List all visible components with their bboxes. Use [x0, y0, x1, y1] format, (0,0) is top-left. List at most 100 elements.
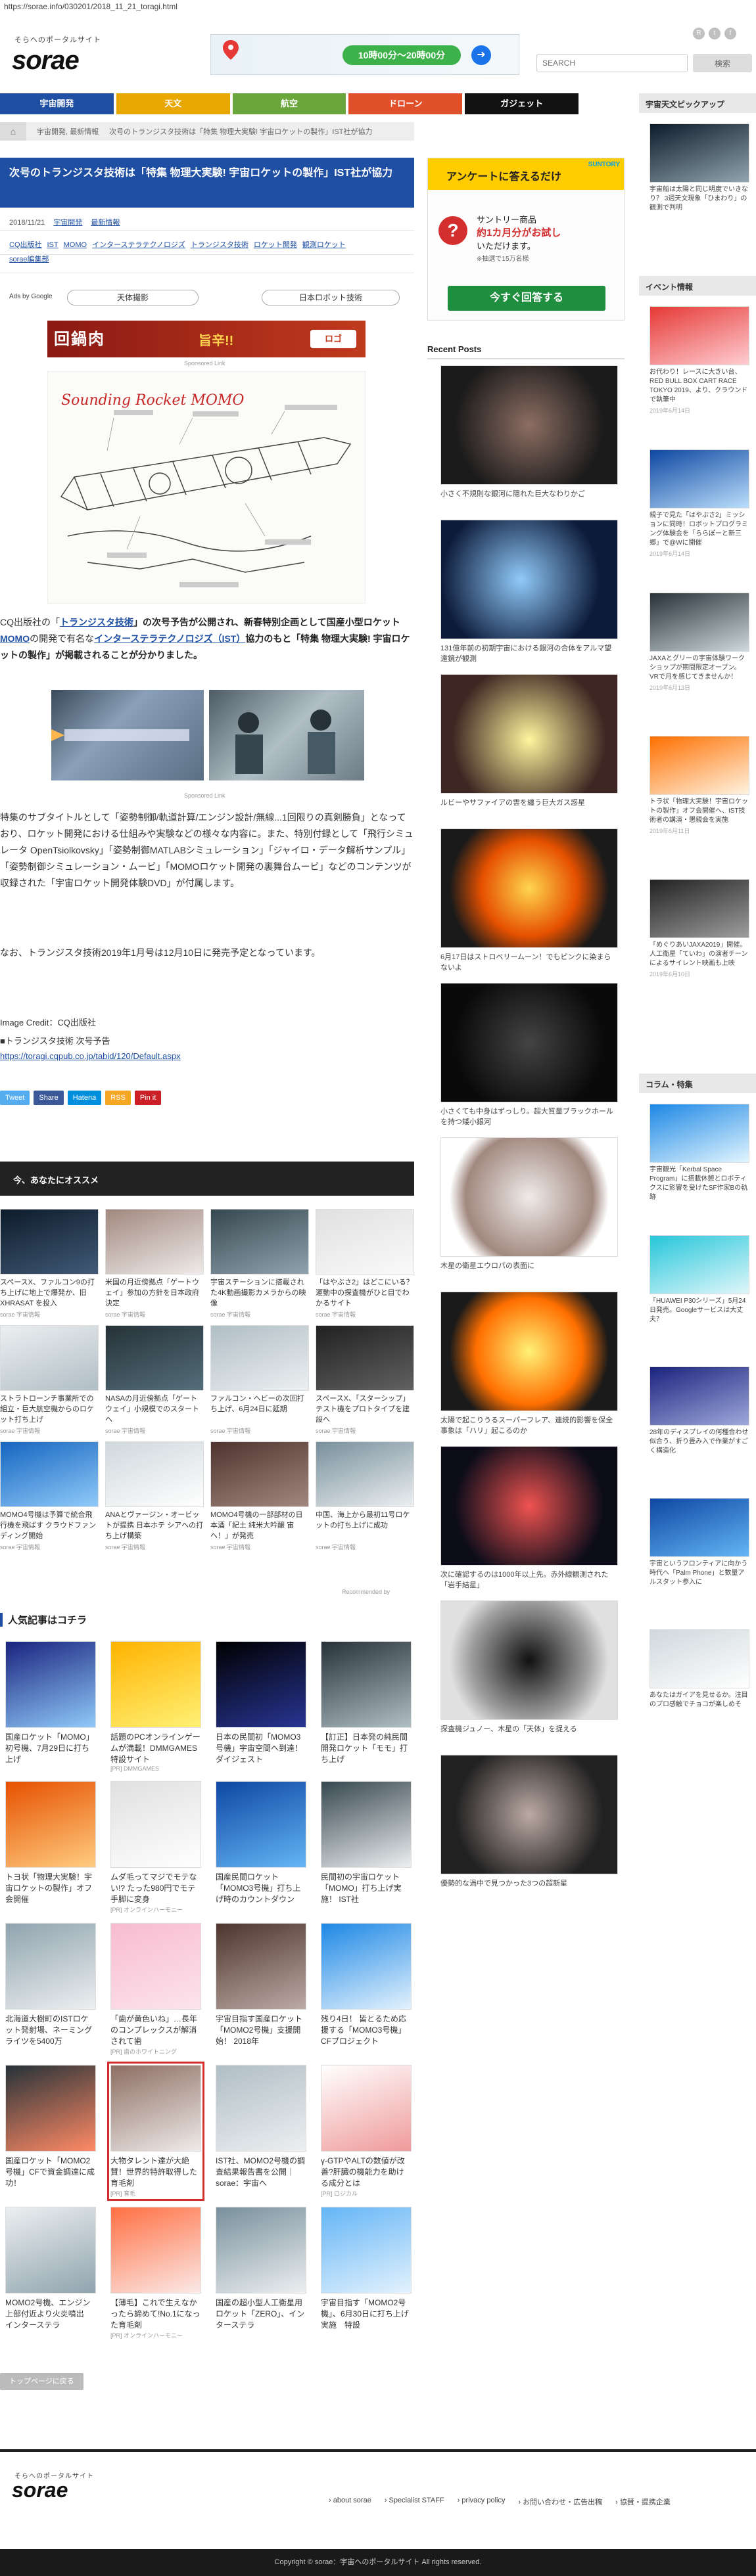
inline-link[interactable]: トランジスタ技術 [60, 617, 133, 627]
popular-card[interactable]: 大物タレント達が大絶賛！世界的特許取得した育毛剤 [PR] 育毛 [107, 2062, 204, 2201]
sidebar-article[interactable]: 「めぐりあいJAXA2019」開催。人工衛星「ていわ」の演者チーンによるサイレン… [650, 879, 749, 978]
sidebar-article[interactable]: 宇宙観光「Kerbal Space Program」に搭載休憩とロボティクスに影… [650, 1104, 749, 1204]
recent-post[interactable]: 優勢的な渦中で見つかった3つの超新星 [440, 1755, 618, 1889]
footer-link[interactable]: › about sorae [329, 2497, 371, 2507]
recent-post[interactable]: 太陽で起こりうるスーパーフレア、連続的影響を保全事象は「ハリ」起こるのか [440, 1292, 618, 1436]
home-icon[interactable]: ⌂ [0, 122, 26, 141]
nav-tab[interactable]: ガジェット [465, 93, 579, 114]
popular-card[interactable]: ムダ毛ってマジでモテない!? たった980円でモテ手脚に変身 [PR] オンライン… [110, 1781, 201, 1914]
recommend-card[interactable]: 宇宙ステーションに搭載された4K動画撮影カメラからの映像 sorae 宇宙情報 [210, 1209, 309, 1319]
popular-card[interactable]: 残り4日！ 皆とるため応援する「MOMO3号機」CFプロジェクト [321, 1923, 412, 2056]
popular-card[interactable]: 【薄毛】これで生えなかったら諦めて!No.1になった育毛剤 [PR] オンラインハ… [110, 2207, 201, 2339]
popular-card[interactable]: IST社、MOMO2号機の調査結果報告書を公開｜sorae：宇宙へ [216, 2065, 306, 2198]
reference-link[interactable]: https://toragi.cqpub.co.jp/tabid/120/Def… [0, 1051, 181, 1061]
ad-keyword-button[interactable]: 日本ロボット技術 [262, 290, 400, 305]
inline-link[interactable]: MOMO [0, 633, 30, 644]
recent-post[interactable]: 次に確認するのは1000年以上先。赤外線観測された「岩手結星」 [440, 1446, 618, 1591]
recent-post[interactable]: ルビーやサファイアの雲を纏う巨大ガス惑星 [440, 674, 618, 808]
nav-tab[interactable]: 航空 [232, 93, 346, 114]
nav-tab[interactable]: ドローン [348, 93, 463, 114]
recommend-card[interactable]: 中国、海上から最初11号ロケットの打ち上げに成功 sorae 宇宙情報 [316, 1441, 414, 1551]
sidebar-article[interactable]: 親子で見た「はやぶさ2」ミッションに同時！ロボットプログラミング体験会を「ららぽ… [650, 449, 749, 558]
recent-post[interactable]: 小さく不規則な銀河に隠れた巨大なわりかご [440, 365, 618, 499]
suntory-ad[interactable]: アンケートに答えるだけ SUNTORY ? サントリー商品 約1カ月分がお試し … [427, 158, 625, 321]
sidebar-article[interactable]: トラ状「物理大実験！宇宙ロケットの製作」オフ会開催へ、IST技術者の講演・懇親会… [650, 736, 749, 835]
ad-cta-button[interactable]: 今すぐ回答する [448, 286, 605, 311]
footer-link[interactable]: › お問い合わせ・広告出稿 [518, 2497, 602, 2507]
category-link[interactable]: 最新情報 [91, 219, 120, 227]
footer-link[interactable]: › privacy policy [458, 2497, 506, 2507]
sidebar-article[interactable]: あなたはガイアを見せるか。注目のプロ感触でチョコが楽しめそ [650, 1629, 749, 1711]
share-button[interactable]: Share [34, 1091, 64, 1105]
recommend-card[interactable]: ファルコン・ヘビーの次回打ち上げ、6月24日に延期 sorae 宇宙情報 [210, 1325, 309, 1435]
popular-card[interactable]: 国産民間ロケット「MOMO3号機」打ち上げ時のカウントダウン [216, 1781, 306, 1914]
popular-card[interactable]: 宇宙目指す国産ロケット「MOMO2号機」支援開始！ 2018年 [216, 1923, 306, 2056]
recommend-card[interactable]: MOMO4号機の一部部材の日本酒「紀土 純米大吟醸 宙へ！」が発売 sorae 宇… [210, 1441, 309, 1551]
recommend-card[interactable]: 米国の月近傍拠点「ゲートウェイ」参加の方針を日本政府決定 sorae 宇宙情報 [105, 1209, 204, 1319]
recent-post[interactable]: 木星の衛星エウロパの表面に [440, 1137, 618, 1271]
recent-post[interactable]: 探査機ジュノー、木星の「天体」を捉える [440, 1600, 618, 1734]
popular-card[interactable]: 国産の超小型人工衛星用ロケット「ZERO」、インターステラ [216, 2207, 306, 2339]
sponsored-banner[interactable]: 回鍋肉 旨辛!! ロゴ [47, 321, 366, 357]
tag-link[interactable]: ロケット開発 [254, 241, 297, 249]
tag-link[interactable]: MOMO [64, 241, 87, 249]
footer-logo[interactable]: sorae [12, 2478, 68, 2502]
popular-card[interactable]: 宇宙目指す「MOMO2号機」、6月30日に打ち上げ実施 特設 [321, 2207, 412, 2339]
recommend-card[interactable]: ストラトローンチ事業所での組立・巨大航空機からのロケット打ち上げ sorae 宇宙… [0, 1325, 99, 1435]
search-button[interactable]: 検索 [693, 54, 752, 72]
twitter-icon[interactable]: t [709, 28, 721, 39]
recommend-card[interactable]: スペースX、ファルコン9の打ち上げに地上で爆発か、旧XHRASAT を投入 sor… [0, 1209, 99, 1319]
popular-card[interactable]: 国産ロケット「MOMO2号機」CFで資金調達に成功！ [5, 2065, 96, 2198]
recommend-card[interactable]: 「はやぶさ2」はどこにいる？ 運動中の探査機がひと目でわかるサイト sorae 宇… [316, 1209, 414, 1319]
nav-tab[interactable]: 宇宙開発 [0, 93, 114, 114]
arrow-right-icon[interactable]: ➜ [471, 45, 491, 65]
sidebar-article[interactable]: 宇宙というフロンティアに向かう時代へ「Palm Phone」と数量アルスタット参… [650, 1498, 749, 1589]
recent-post[interactable]: 131億年前の初期宇宙における銀河の合体をアルマ望遠鏡が観測 [440, 520, 618, 664]
popular-card[interactable]: 日本の民間初「MOMO3号機」宇宙空間へ到達！ダイジェスト [216, 1641, 306, 1772]
recommend-card[interactable]: スペースX、「スターシップ」テスト機をプロトタイプを建設へ sorae 宇宙情報 [316, 1325, 414, 1435]
share-button[interactable]: Hatena [67, 1091, 102, 1105]
popular-card[interactable]: MOMO2号機、エンジン上部付近より火炎噴出 インターステラ [5, 2207, 96, 2339]
popular-card[interactable]: 民間初の宇宙ロケット「MOMO」打ち上げ実施！ IST社 [321, 1781, 412, 1914]
popular-card[interactable]: 話題のPCオンラインゲームが満載！DMMGAMES特設サイト [PR] DMMGA… [110, 1641, 201, 1772]
recent-post[interactable]: 6月17日はストロベリームーン！でもピンクに染まらないよ [440, 828, 618, 973]
nav-tab[interactable]: 天文 [116, 93, 230, 114]
facebook-icon[interactable]: f [724, 28, 736, 39]
footer-link[interactable]: › 協賛・提携企業 [615, 2497, 671, 2507]
recent-post[interactable]: 小さくても中身はずっしり。超大質量ブラックホールを持つ矮小銀河 [440, 983, 618, 1127]
popular-card[interactable]: トヨ状「物理大実験！宇宙ロケットの製作」オフ会開催 [5, 1781, 96, 1914]
ads-by-google[interactable]: Ads by Google [9, 293, 53, 300]
sidebar-article[interactable]: 「HUAWEI P30シリーズ」5月24日発売。Googleサービスは大丈夫？ [650, 1235, 749, 1326]
tag-link[interactable]: インターステラテクノロジズ [92, 241, 185, 249]
footer-link[interactable]: › Specialist STAFF [385, 2497, 444, 2507]
breadcrumb-category[interactable]: 宇宙開発, 最新情報 [37, 126, 99, 137]
site-logo[interactable]: sorae [12, 46, 80, 76]
sidebar-article[interactable]: お代わり！レースに大きい台、RED BULL BOX CART RACE TOK… [650, 306, 749, 415]
popular-card[interactable]: 北海道大樹町のISTロケット発射場、ネーミングライツを5400万 [5, 1923, 96, 2056]
sidebar-article[interactable]: 宇宙船は太陽と同じ明度でいきなり？ 3週天文現象「ひまわり」の観測で判明 [650, 124, 749, 214]
address-bar[interactable]: https://sorae.info/030201/2018_11_21_tor… [0, 0, 756, 14]
recommend-card[interactable]: ANAとヴァージン・オービットが提携 日本ホテ シアへの打ち上げ構築 sorae … [105, 1441, 204, 1551]
recommended-by[interactable]: Recommended by [342, 1589, 390, 1595]
tag-link[interactable]: 観測ロケット [302, 241, 346, 249]
sidebar-article[interactable]: JAXAとグリーの宇宙体験ワークショップが期間限定オープン。VRで月を感じてきま… [650, 593, 749, 692]
tag-link[interactable]: トランジスタ技術 [191, 241, 248, 249]
recommend-card[interactable]: MOMO4号機は予算で統合飛行機を飛ばす クラウドファンディング開始 sorae … [0, 1441, 99, 1551]
popular-card[interactable]: 「歯が黄色いね」…長年のコンプレックスが解消されて歯 [PR] 歯のホワイトニング [110, 1923, 201, 2056]
popular-card[interactable]: 【訂正】日本発の純民間開発ロケット「モモ」打ち上げ [321, 1641, 412, 1772]
search-input[interactable] [536, 54, 688, 72]
sidebar-article[interactable]: 28年のディスプレイの何種合わせ似合う、折り畳み入で作業がすごく構造化 [650, 1367, 749, 1457]
popular-card[interactable]: γ-GTPやALTの数値が改善?肝臓の機能力を助ける成分とは [PR] ロジカル [321, 2065, 412, 2198]
rss-icon[interactable]: R [693, 28, 705, 39]
popular-card[interactable]: 国産ロケット「MOMO」初号機、7月29日に打ち上げ [5, 1641, 96, 1772]
back-to-top-button[interactable]: トップページに戻る [0, 2373, 83, 2390]
category-link[interactable]: 宇宙開発 [53, 219, 82, 227]
tag-link[interactable]: CQ出版社 [9, 241, 42, 249]
inline-link[interactable]: インターステラテクノロジズ（IST） [94, 633, 245, 644]
share-button[interactable]: Tweet [0, 1091, 30, 1105]
header-ad[interactable]: 10時00分〜20時00分 ➜ [210, 34, 519, 75]
share-button[interactable]: Pin it [134, 1091, 162, 1105]
author-link[interactable]: sorae編集部 [9, 256, 49, 263]
share-button[interactable]: RSS [105, 1091, 131, 1105]
recommend-card[interactable]: NASAの月近傍拠点「ゲートウェイ」小規模でのスタートへ sorae 宇宙情報 [105, 1325, 204, 1435]
